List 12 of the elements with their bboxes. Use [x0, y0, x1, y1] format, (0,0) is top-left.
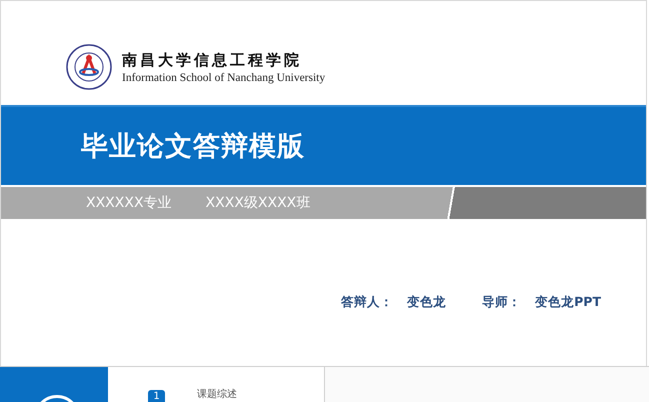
class-text: XXXX级XXXX班 [206, 194, 310, 212]
major-text: XXXXXX专业 [86, 194, 172, 212]
school-name: 南昌大学信息工程学院 [122, 51, 303, 70]
section-number: 1 [148, 390, 165, 402]
slide-title: 毕业论文答辩模版 [81, 130, 305, 164]
presenter-label: 答辩人： [341, 294, 394, 311]
presenter-label: 导师： [482, 294, 522, 311]
presenter-name: 变色龙 [407, 294, 446, 311]
section-title: 课题综述 [197, 389, 237, 401]
school-name-english: Information School of Nanchang University [122, 72, 326, 84]
school-emblem-icon [66, 44, 112, 90]
presenter-name: 变色龙PPT [535, 294, 601, 311]
